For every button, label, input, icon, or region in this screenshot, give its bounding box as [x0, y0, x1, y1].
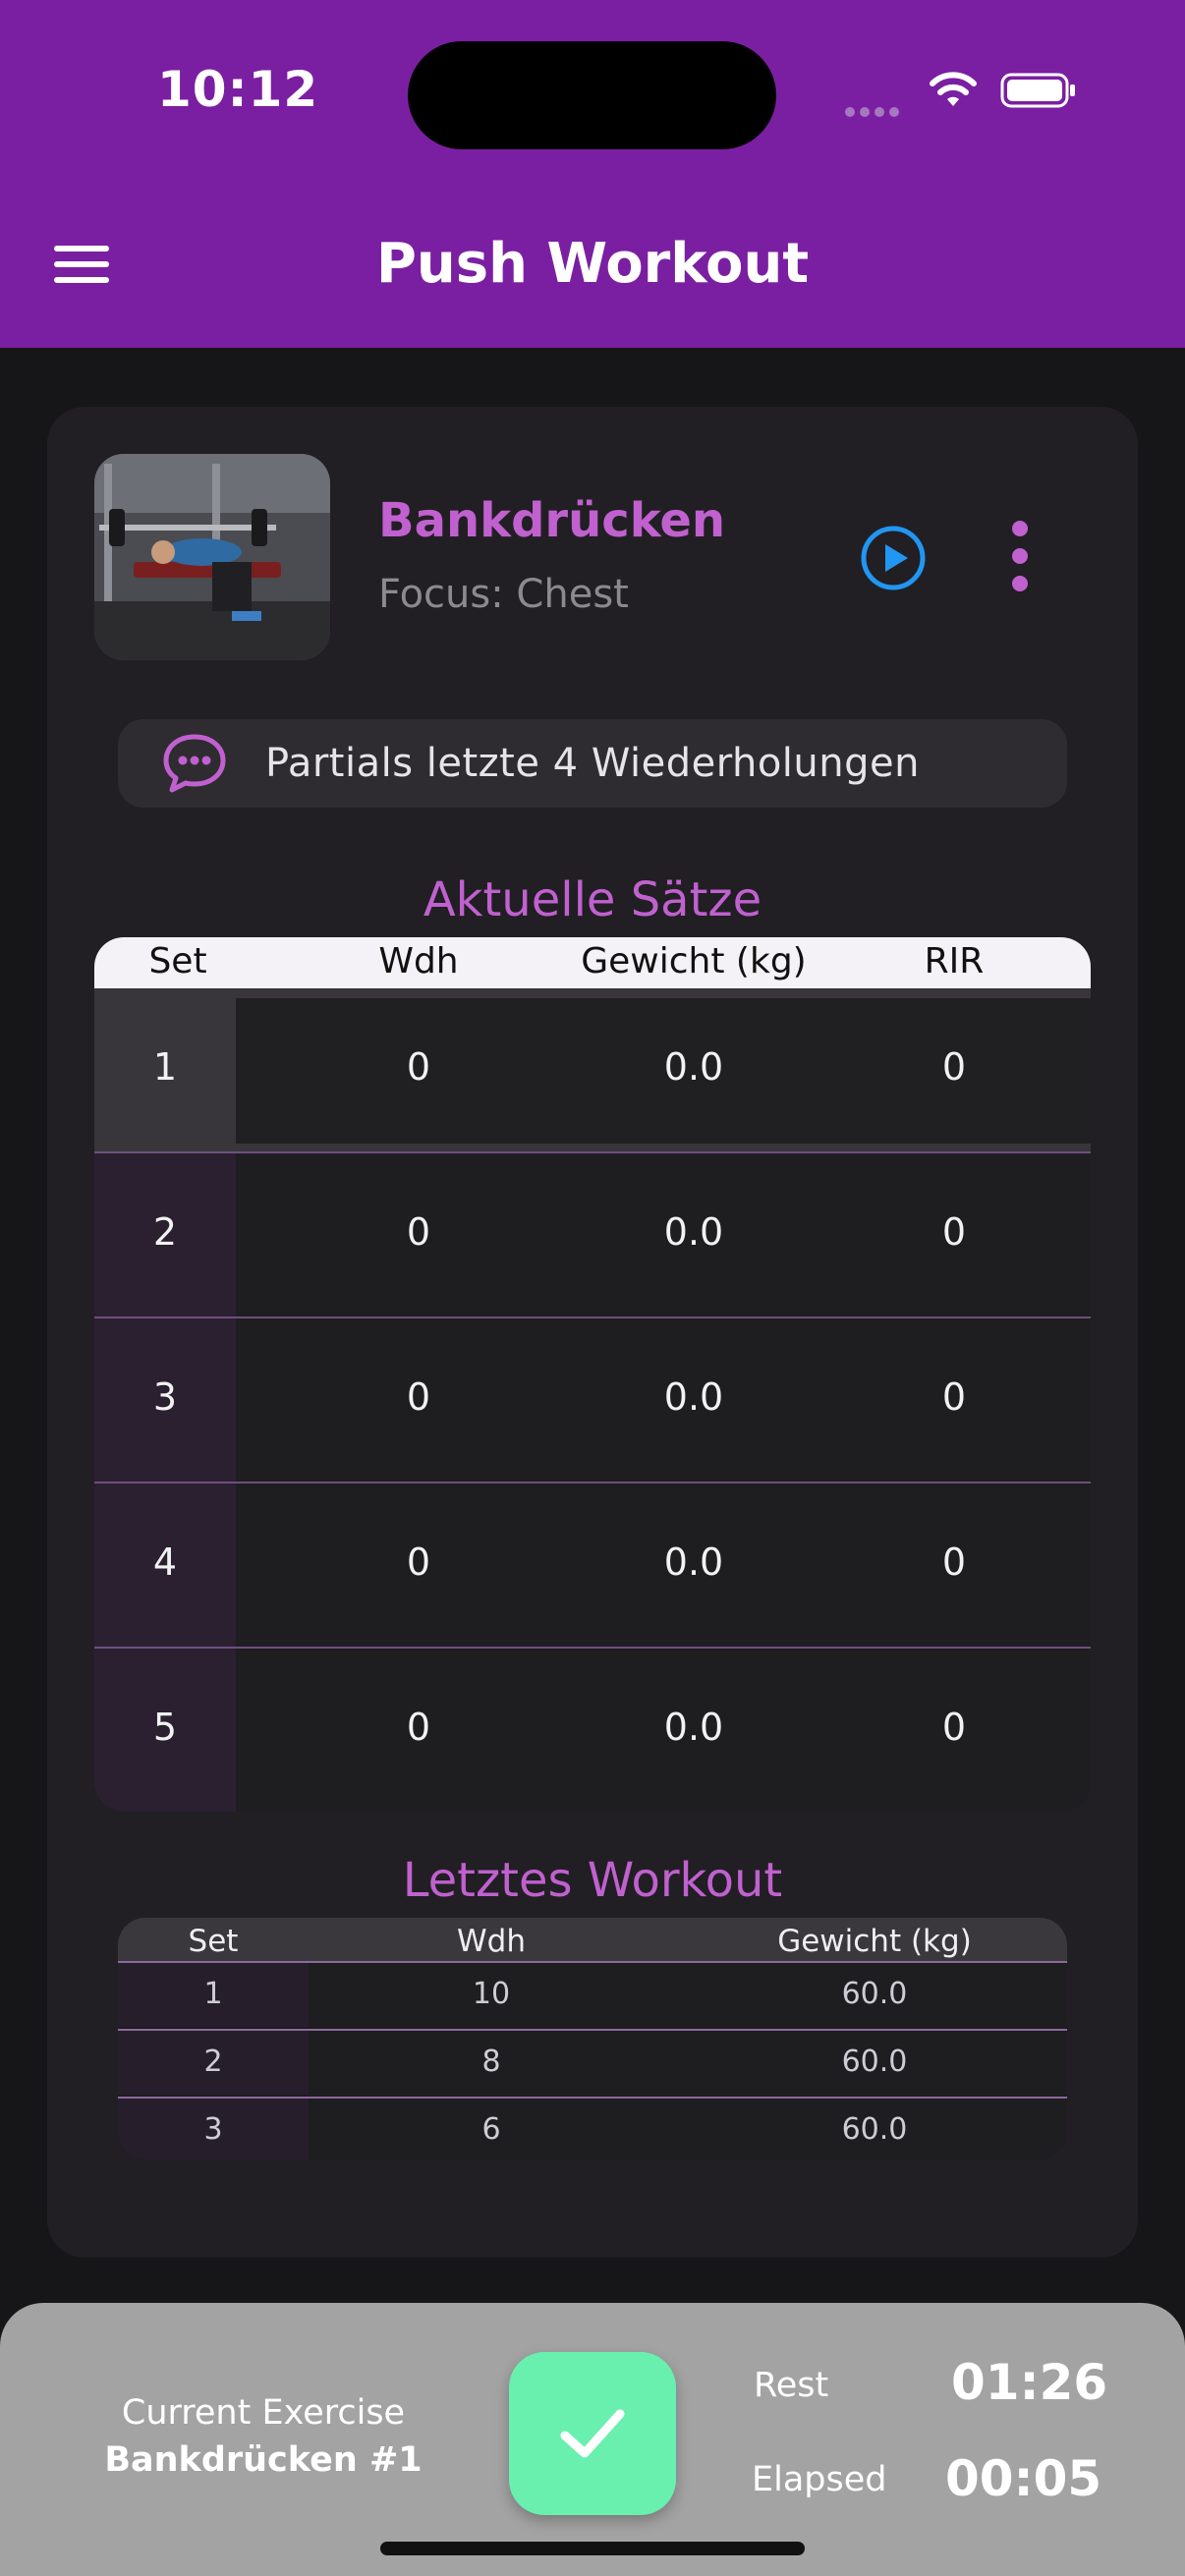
weight-input[interactable]: 0.0 [595, 1210, 792, 1254]
rir-input[interactable]: 0 [905, 1706, 1003, 1749]
chat-bubble-icon [163, 734, 226, 793]
set-number: 3 [203, 2112, 223, 2147]
signal-dots-icon [845, 102, 904, 121]
reps-input[interactable]: 0 [369, 1706, 468, 1749]
table-header: Set Wdh Gewicht (kg) [118, 1918, 1067, 1961]
rest-timer: 01:26 [951, 2354, 1108, 2411]
elapsed-label: Elapsed [752, 2460, 887, 2499]
col-weight: Gewicht (kg) [777, 1924, 972, 1959]
current-exercise-label: Current Exercise [121, 2393, 406, 2433]
dynamic-island [408, 41, 776, 149]
exercise-thumbnail[interactable] [94, 454, 330, 660]
col-set: Set [148, 941, 207, 981]
set-number: 5 [152, 1706, 178, 1749]
home-indicator[interactable] [380, 2542, 805, 2555]
weight-value: 60.0 [841, 2044, 908, 2079]
note-text: Partials letzte 4 Wiederholungen [265, 741, 920, 786]
wifi-icon [930, 72, 977, 106]
weight-input[interactable]: 0.0 [595, 1375, 792, 1419]
col-rir: RIR [924, 941, 985, 981]
weight-value: 60.0 [841, 2112, 908, 2147]
reps-value: 10 [472, 1977, 511, 2011]
current-sets-title: Aktuelle Sätze [423, 872, 762, 927]
col-set: Set [188, 1924, 239, 1959]
set-number: 2 [152, 1210, 178, 1254]
last-workout-title: Letztes Workout [402, 1853, 783, 1908]
reps-value: 8 [481, 2044, 501, 2079]
weight-input[interactable]: 0.0 [595, 1540, 792, 1584]
table-row[interactable]: 3 0 0.0 0 [94, 1318, 1091, 1484]
bottom-bar: Current Exercise Bankdrücken #1 Rest 01:… [0, 2303, 1185, 2576]
bench-press-photo [94, 454, 330, 660]
reps-input[interactable]: 0 [369, 1540, 468, 1584]
table-row[interactable]: 2 0 0.0 0 [94, 1153, 1091, 1318]
rest-label: Rest [754, 2366, 829, 2405]
more-vertical-icon[interactable] [1002, 521, 1038, 593]
current-exercise-name: Bankdrücken #1 [104, 2440, 423, 2480]
col-weight: Gewicht (kg) [581, 941, 807, 981]
reps-input[interactable]: 0 [369, 1210, 468, 1254]
table-row[interactable]: 5 0 0.0 0 [94, 1649, 1091, 1812]
rir-input[interactable]: 0 [905, 1375, 1003, 1419]
weight-value: 60.0 [841, 1977, 908, 2011]
table-row[interactable]: 1 0 0.0 0 [94, 988, 1091, 1153]
table-row: 1 10 60.0 [118, 1961, 1067, 2027]
page-title: Push Workout [375, 232, 810, 296]
table-header: Set Wdh Gewicht (kg) RIR [94, 937, 1091, 988]
set-number: 2 [203, 2044, 223, 2079]
weight-input[interactable]: 0.0 [595, 1045, 792, 1089]
table-row[interactable]: 4 0 0.0 0 [94, 1484, 1091, 1649]
last-workout-table: Set Wdh Gewicht (kg) 1 10 60.0 2 8 60.0 … [118, 1918, 1067, 2159]
weight-input[interactable]: 0.0 [595, 1706, 792, 1749]
status-time: 10:12 [157, 61, 319, 118]
set-number: 1 [203, 1977, 223, 2011]
rir-input[interactable]: 0 [905, 1540, 1003, 1584]
table-row: 3 6 60.0 [118, 2097, 1067, 2159]
elapsed-timer: 00:05 [945, 2450, 1102, 2507]
status-icons [845, 69, 1081, 118]
rir-input[interactable]: 0 [905, 1045, 1003, 1089]
reps-value: 6 [481, 2112, 501, 2147]
app-bar: 10:12 Push Workout [0, 0, 1185, 348]
set-number: 1 [152, 1045, 178, 1089]
exercise-note: Partials letzte 4 Wiederholungen [118, 719, 1067, 808]
checkmark-icon [560, 2409, 625, 2458]
battery-icon [1000, 73, 1075, 108]
complete-set-button[interactable] [509, 2352, 676, 2515]
exercise-name: Bankdrücken [378, 493, 726, 548]
col-reps: Wdh [457, 1924, 526, 1959]
current-sets-table: Set Wdh Gewicht (kg) RIR 1 0 0.0 0 2 0 0… [94, 937, 1091, 1812]
col-reps: Wdh [378, 941, 459, 981]
play-circle-icon[interactable] [859, 524, 928, 592]
rir-input[interactable]: 0 [905, 1210, 1003, 1254]
set-number: 4 [152, 1540, 178, 1584]
table-row: 2 8 60.0 [118, 2029, 1067, 2095]
set-number: 3 [152, 1375, 178, 1419]
reps-input[interactable]: 0 [369, 1375, 468, 1419]
reps-input[interactable]: 0 [369, 1045, 468, 1089]
exercise-focus: Focus: Chest [378, 572, 629, 617]
